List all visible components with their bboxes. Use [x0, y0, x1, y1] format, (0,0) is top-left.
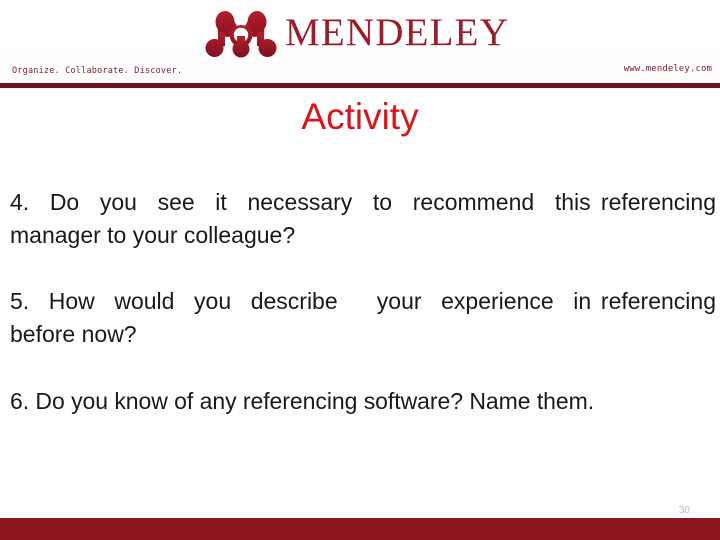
question-item-4: 4. Do you see it necessary to recommend …	[10, 189, 716, 248]
header-divider-rule	[0, 83, 720, 88]
mendeley-molecule-logo-icon	[205, 11, 277, 58]
brand-wordmark: MENDELEY	[285, 10, 510, 54]
brand-tagline: Organize. Collaborate. Discover.	[12, 66, 183, 76]
page-number: 30	[678, 505, 690, 516]
questions-list: 4. Do you see it necessary to recommend …	[10, 186, 716, 417]
question-item-5: 5. How would you describe your experienc…	[10, 288, 716, 347]
page-title: Activity	[301, 96, 419, 137]
mendeley-logo: MENDELEY	[205, 4, 535, 60]
site-url[interactable]: www.mendeley.com	[624, 64, 712, 74]
slide-header: MENDELEY Organize. Collaborate. Discover…	[0, 0, 720, 84]
question-item-6: 6. Do you know of any referencing softwa…	[10, 387, 595, 414]
slide-canvas: MENDELEY Organize. Collaborate. Discover…	[0, 0, 720, 540]
footer-bar	[0, 518, 720, 540]
